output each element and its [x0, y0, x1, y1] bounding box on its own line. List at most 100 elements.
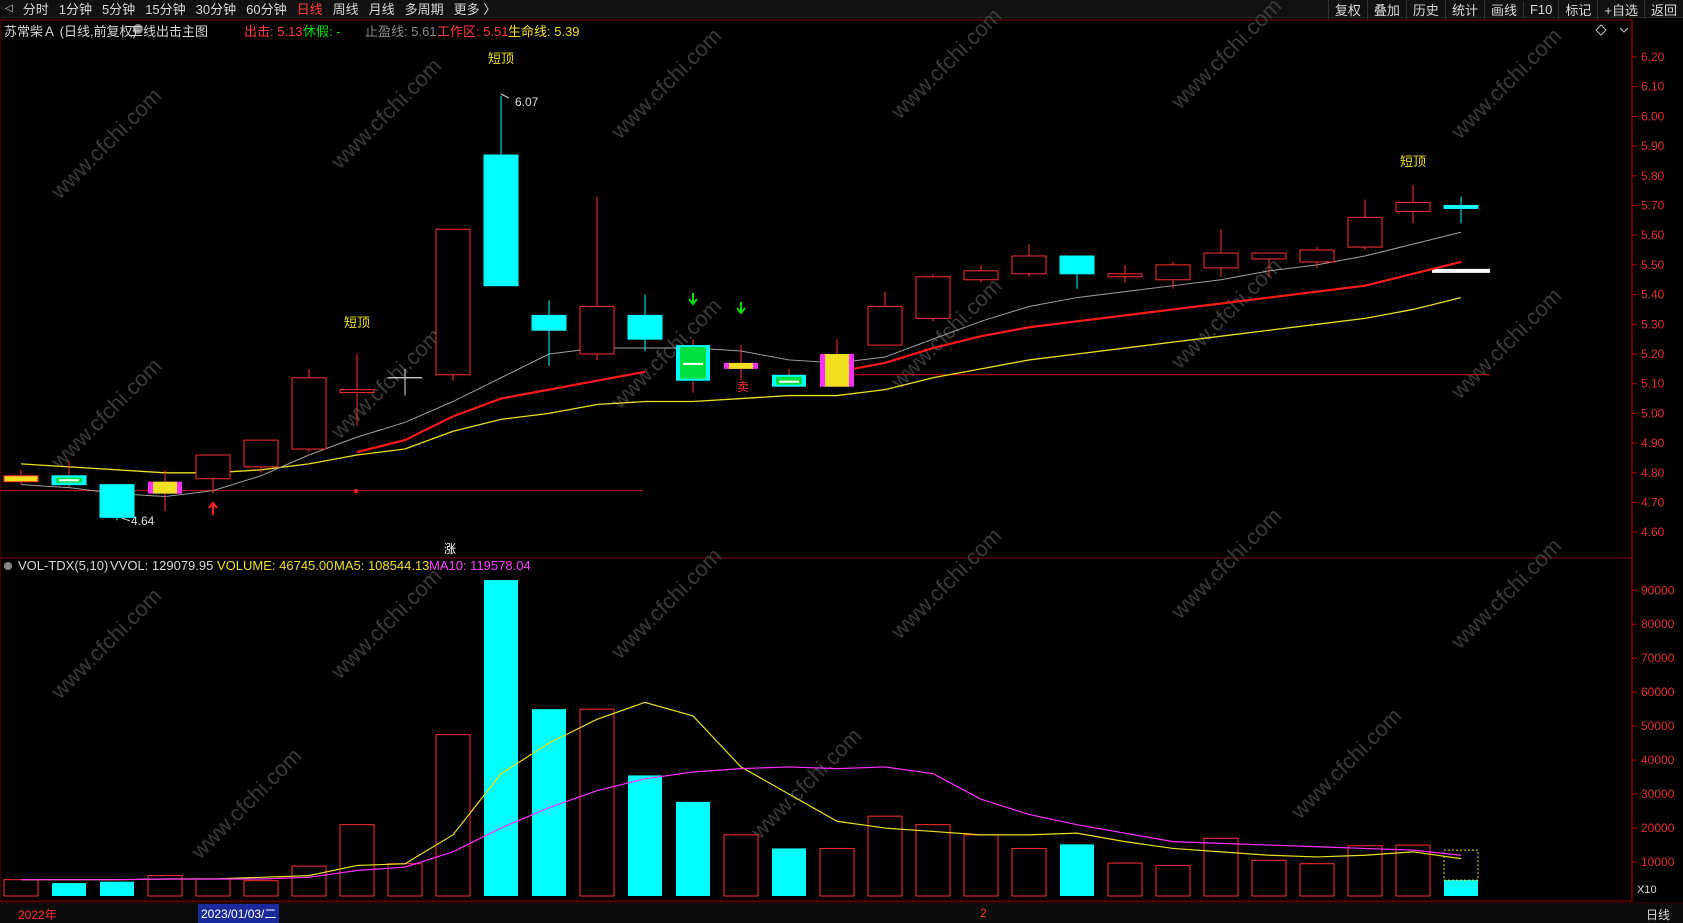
- volume-bar: [723, 834, 759, 897]
- volume-bar: [819, 847, 855, 897]
- watermark-text: www.cfchi.com: [325, 563, 446, 684]
- price-tick-label: 5.50: [1641, 258, 1665, 272]
- price-tick-label: 5.80: [1641, 169, 1665, 183]
- signal-dot: [354, 489, 358, 493]
- candle-body: [531, 314, 567, 331]
- stock-title: 苏常柴Ａ (日线,前复权): [4, 24, 137, 39]
- candle-body-mark: [779, 380, 799, 383]
- volume-bar: [1444, 880, 1478, 896]
- volume-tick-label: 70000: [1641, 651, 1675, 665]
- rise-label: 涨: [444, 541, 456, 556]
- price-tick-label: 6.10: [1641, 80, 1665, 94]
- candle-body-mark: [683, 362, 703, 365]
- volume-bar: [435, 734, 471, 897]
- price-tick-label: 5.70: [1641, 199, 1665, 213]
- candle-body: [435, 228, 471, 376]
- candle-body: [1299, 249, 1335, 263]
- candle-body: [291, 377, 327, 450]
- volume-bar: [1299, 863, 1335, 897]
- short-top-label-3: 短顶: [1400, 154, 1426, 169]
- date-axis-bar: 2022年 2023/01/03/二 2 日线: [0, 902, 1683, 923]
- watermark-text: www.cfchi.com: [745, 723, 866, 844]
- volume-bar: [243, 880, 279, 897]
- life-line-value: 生命线: 5.39: [508, 24, 580, 39]
- sell-arrow-icon: [688, 293, 698, 306]
- candle-body: [3, 475, 39, 483]
- sell-label: 卖: [737, 380, 749, 394]
- watermark-text: www.cfchi.com: [605, 543, 726, 664]
- settings-dot-icon: [4, 562, 12, 570]
- candle-body: [1011, 255, 1047, 275]
- volume-unit-label: X10: [1637, 884, 1657, 896]
- price-tick-label: 5.30: [1641, 317, 1665, 331]
- volume-bar: [628, 775, 662, 896]
- vol-ma10-value: MA10: 119578.04: [429, 558, 531, 573]
- candle-body-inner: [729, 362, 753, 369]
- price-tick-label: 5.60: [1641, 228, 1665, 242]
- chevron-down-icon: [1619, 27, 1629, 33]
- indicator-name[interactable]: 三线出击主图: [130, 21, 208, 40]
- high-price-label: 6.07: [515, 95, 539, 109]
- price-tick-label: 5.20: [1641, 347, 1665, 361]
- volume-bar: [1347, 845, 1383, 897]
- candle-body: [915, 276, 951, 319]
- watermark-text: www.cfchi.com: [885, 3, 1006, 124]
- watermark-text: www.cfchi.com: [45, 583, 166, 704]
- candle-body: [1107, 273, 1143, 278]
- year-label: 2022年: [18, 908, 57, 922]
- volume-bar: [1107, 862, 1143, 897]
- volume-bar: [676, 801, 710, 896]
- volume-tick-label: 30000: [1641, 787, 1675, 801]
- volume-bar: [772, 848, 806, 896]
- sell-arrow-icon: [736, 302, 746, 315]
- short-top-label-2: 短顶: [488, 51, 514, 66]
- candle-body: [867, 305, 903, 346]
- work-zone-value: 工作区: 5.51: [437, 24, 509, 39]
- watermark-text: www.cfchi.com: [45, 353, 166, 474]
- vol-indicator-name[interactable]: VOL-TDX(5,10): [18, 558, 108, 573]
- volume-tick-label: 20000: [1641, 821, 1675, 835]
- candle-body: [483, 154, 519, 287]
- chart-canvas[interactable]: www.cfchi.com www.cfchi.com www.cfchi.com w…: [0, 0, 1683, 923]
- volume-value: VOLUME: 46745.00: [217, 558, 334, 573]
- volume-bar: [195, 878, 231, 897]
- price-tick-label: 5.00: [1641, 406, 1665, 420]
- candle-body: [1203, 252, 1239, 269]
- watermark-text: www.cfchi.com: [185, 743, 306, 864]
- rest-value: 休假: -: [303, 24, 341, 39]
- watermark-text: www.cfchi.com: [1445, 533, 1566, 654]
- volume-bar: [1203, 837, 1239, 897]
- volume-bar: [3, 879, 39, 897]
- candle-body: [99, 484, 135, 518]
- volume-tick-label: 40000: [1641, 753, 1675, 767]
- volume-bar: [1155, 864, 1191, 897]
- vvol-value: VVOL: 129079.95: [110, 558, 214, 573]
- watermark-text: www.cfchi.com: [605, 23, 726, 144]
- volume-bar: [100, 881, 134, 896]
- vol-ma5-value: MA5: 108544.13: [334, 558, 430, 573]
- volume-bar: [387, 863, 423, 897]
- period-label: 日线: [1646, 908, 1671, 922]
- volume-tick-label: 80000: [1641, 617, 1675, 631]
- watermark-text: www.cfchi.com: [1445, 283, 1566, 404]
- candle-body: [1059, 255, 1095, 275]
- watermark-text: www.cfchi.com: [45, 83, 166, 204]
- watermark-text: www.cfchi.com: [1445, 23, 1566, 144]
- price-tick-label: 5.10: [1641, 377, 1665, 391]
- high-pointer: [500, 93, 510, 99]
- price-tick-label: 5.90: [1641, 139, 1665, 153]
- candle-body: [627, 314, 663, 340]
- volume-bar: [1060, 844, 1094, 896]
- candle-body: [339, 389, 375, 394]
- volume-bar: [1011, 847, 1047, 897]
- watermark-text: www.cfchi.com: [325, 323, 446, 444]
- month-mark: 2: [980, 906, 987, 920]
- cursor-date: 2023/01/03/二: [198, 904, 280, 923]
- volume-bar: [484, 580, 518, 896]
- watermark-text: www.cfchi.com: [1165, 503, 1286, 624]
- volume-tick-label: 10000: [1641, 855, 1675, 869]
- price-tick-label: 4.80: [1641, 466, 1665, 480]
- volume-bar: [579, 708, 615, 897]
- volume-bar: [291, 865, 327, 897]
- watermark-text: www.cfchi.com: [325, 53, 446, 174]
